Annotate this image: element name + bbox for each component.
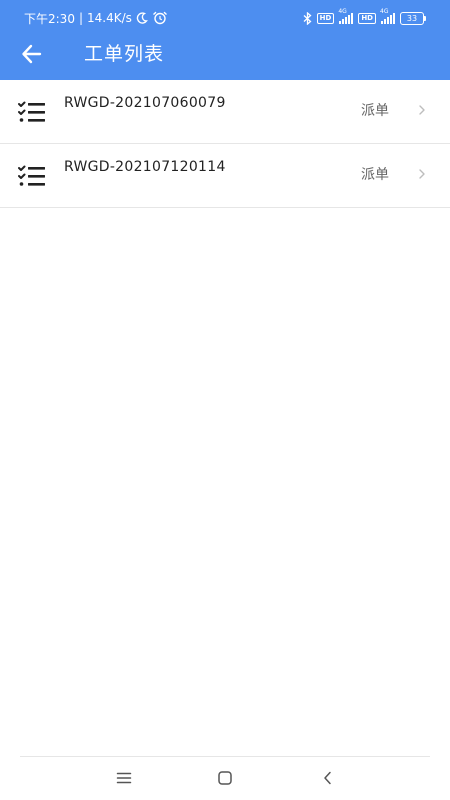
nav-bar: 工单列表 <box>0 34 450 74</box>
bottom-divider <box>20 756 430 757</box>
work-order-item[interactable]: RWGD-202107060079 派单 <box>0 80 450 144</box>
page-title: 工单列表 <box>84 43 165 65</box>
home-button[interactable] <box>215 768 235 788</box>
status-bar: 下午2:30 | 14.4K/s HD 4G HD 4G 33 <box>0 0 450 34</box>
bluetooth-icon <box>303 11 312 25</box>
network-speed: 14.4K/s <box>87 11 132 25</box>
status-bar-left: 下午2:30 | 14.4K/s <box>24 10 168 26</box>
work-order-status: 派单 <box>361 167 389 183</box>
signal-strength-icon: 4G <box>380 8 395 24</box>
back-chevron-icon <box>324 771 331 785</box>
alarm-icon <box>152 11 167 25</box>
home-square-icon <box>218 771 232 785</box>
work-order-status: 派单 <box>361 103 389 119</box>
moon-icon <box>136 12 148 24</box>
work-order-id: RWGD-202107060079 <box>64 95 226 111</box>
status-bar-right: HD 4G HD 4G 33 <box>303 8 426 26</box>
status-separator: | <box>78 11 83 25</box>
work-order-item[interactable]: RWGD-202107120114 派单 <box>0 144 450 208</box>
battery-icon: 33 <box>400 11 426 25</box>
status-time: 下午2:30 <box>24 11 75 26</box>
hd-badge: HD <box>358 12 376 24</box>
app-header: 下午2:30 | 14.4K/s HD 4G HD 4G 33 工单列表 <box>0 0 450 80</box>
work-order-list: RWGD-202107060079 派单 RWGD-202107120114 派… <box>0 80 450 208</box>
menu-icon <box>116 772 132 784</box>
checklist-icon <box>18 101 45 122</box>
chevron-right-icon <box>419 105 425 115</box>
signal-strength-icon: 4G <box>338 8 354 24</box>
work-order-id: RWGD-202107120114 <box>64 159 226 175</box>
arrow-left-icon <box>22 44 42 64</box>
checklist-icon <box>18 165 45 186</box>
chevron-right-icon <box>419 169 425 179</box>
system-navigation-bar <box>0 760 450 796</box>
back-nav-button[interactable] <box>318 768 338 788</box>
back-button[interactable] <box>18 40 48 68</box>
hd-badge: HD <box>316 12 335 24</box>
menu-button[interactable] <box>114 768 134 788</box>
